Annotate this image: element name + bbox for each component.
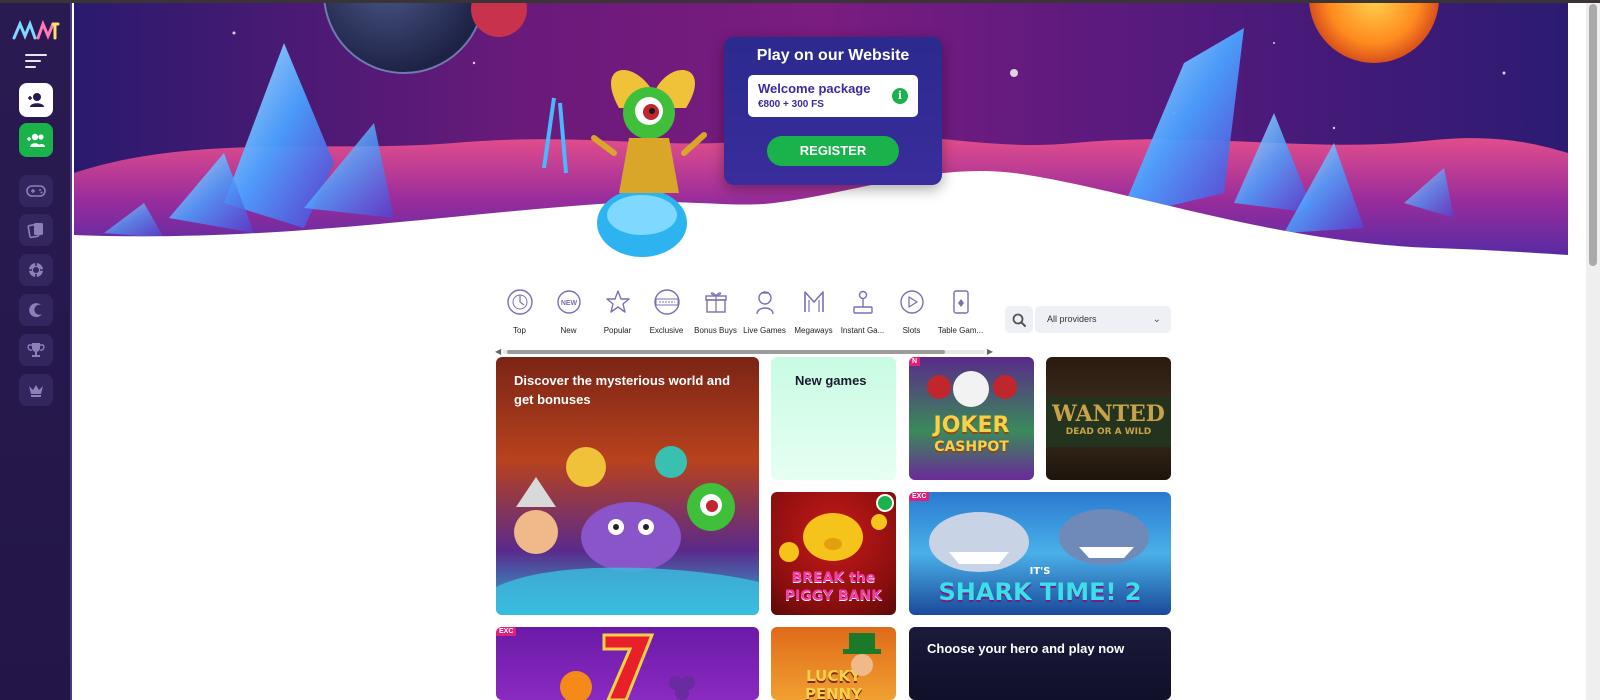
play-icon bbox=[899, 290, 924, 314]
scroll-right-icon[interactable]: ▶ bbox=[987, 347, 993, 356]
svg-text:NEW: NEW bbox=[560, 300, 577, 307]
page-scrollbar[interactable] bbox=[1586, 0, 1600, 700]
heroes-illustration bbox=[496, 446, 759, 615]
star-icon bbox=[605, 290, 630, 313]
category-label: Exclusive bbox=[649, 326, 684, 335]
search-button[interactable] bbox=[1005, 306, 1033, 333]
game-title: WANTED bbox=[1052, 401, 1165, 427]
joystick-icon bbox=[852, 290, 873, 314]
register-button[interactable]: REGISTER bbox=[767, 136, 899, 166]
game-tile-fruit-seven[interactable]: EXC bbox=[496, 627, 759, 700]
leprechaun-illustration bbox=[843, 633, 881, 676]
new-icon: NEW bbox=[556, 290, 581, 314]
category-instant-games[interactable]: Instant Ga... bbox=[838, 288, 887, 344]
gift-icon bbox=[704, 292, 727, 313]
tile-title: Choose your hero and play now bbox=[927, 641, 1125, 656]
chip-icon bbox=[29, 263, 43, 277]
game-subtitle: CASHPOT bbox=[934, 439, 1009, 455]
cards-icon bbox=[27, 223, 43, 239]
page-scrollbar-thumb[interactable] bbox=[1589, 4, 1597, 266]
sidebar-item-games[interactable] bbox=[19, 175, 53, 207]
game-subtitle: DEAD OR A WILD bbox=[1065, 427, 1152, 437]
users-plus-icon bbox=[27, 133, 45, 147]
category-label: Bonus Buys bbox=[694, 326, 737, 335]
category-exclusive[interactable]: Exclusive bbox=[642, 288, 691, 344]
gamepad-icon bbox=[26, 185, 46, 197]
scrollbar-thumb[interactable] bbox=[507, 350, 945, 354]
tile-title: New games bbox=[795, 373, 867, 388]
category-table-games[interactable]: Table Gam... bbox=[936, 288, 985, 344]
sidebar-item-chips[interactable] bbox=[19, 254, 53, 286]
user-icon bbox=[28, 93, 44, 107]
category-live-games[interactable]: Live Games bbox=[740, 288, 789, 344]
game-tile-lucky-penny[interactable]: LUCKY PENNY bbox=[771, 627, 896, 700]
playing-card-icon bbox=[952, 290, 969, 314]
crescent-icon bbox=[29, 303, 42, 318]
login-button[interactable] bbox=[19, 83, 53, 117]
search-icon bbox=[1012, 313, 1026, 327]
category-popular[interactable]: Popular bbox=[593, 288, 642, 344]
scroll-left-icon[interactable]: ◀ bbox=[495, 347, 501, 356]
category-megaways[interactable]: Megaways bbox=[789, 288, 838, 344]
sidebar-item-tournaments[interactable] bbox=[19, 334, 53, 366]
game-title: IT'S bbox=[1029, 566, 1051, 577]
welcome-package-card[interactable]: Welcome package €800 + 300 FS i bbox=[748, 75, 918, 117]
fruit-seven-illustration bbox=[560, 633, 695, 700]
hamburger-icon[interactable] bbox=[25, 54, 47, 70]
window-top-border bbox=[0, 0, 1600, 3]
game-title: JOKER bbox=[933, 413, 1010, 438]
category-label: Instant Ga... bbox=[840, 326, 885, 335]
game-tile-shark-time-2[interactable]: EXC IT'S SHARK TIME! 2 bbox=[909, 492, 1171, 615]
promo-panel: Play on our Website Welcome package €800… bbox=[724, 37, 942, 185]
category-label: Table Gam... bbox=[937, 326, 984, 335]
category-bar: Top NEW New Popular Exclusive Bonus Buys… bbox=[495, 288, 985, 344]
category-label: Top bbox=[513, 326, 526, 335]
megaways-icon bbox=[803, 291, 824, 312]
game-tile-break-the-piggy-bank[interactable]: BREAK the PIGGY BANK bbox=[771, 492, 896, 615]
sidebar-item-promotions[interactable] bbox=[19, 294, 53, 326]
sidebar-item-cards[interactable] bbox=[19, 214, 53, 246]
game-subtitle: SHARK TIME! 2 bbox=[938, 578, 1142, 606]
crown-icon bbox=[29, 385, 43, 397]
trophy-icon bbox=[27, 343, 45, 357]
providers-value: All providers bbox=[1047, 314, 1097, 324]
category-slots[interactable]: Slots bbox=[887, 288, 936, 344]
promo-tile-choose-hero[interactable]: Choose your hero and play now bbox=[909, 627, 1171, 700]
top-icon bbox=[506, 289, 533, 315]
game-subtitle: PIGGY BANK bbox=[784, 588, 883, 604]
promo-title: Play on our Website bbox=[756, 47, 910, 64]
welcome-package-amount: €800 + 300 FS bbox=[758, 99, 824, 110]
game-tile-joker-cashpot[interactable]: N JOKER CASHPOT bbox=[909, 357, 1034, 480]
info-icon[interactable]: i bbox=[892, 88, 908, 104]
game-tile-wanted[interactable]: WANTED DEAD OR A WILD bbox=[1046, 357, 1171, 480]
welcome-package-title: Welcome package bbox=[758, 81, 871, 96]
category-scrollbar[interactable]: ◀ ▶ bbox=[495, 347, 993, 356]
game-title: BREAK the bbox=[791, 570, 876, 586]
casino-logo[interactable] bbox=[10, 16, 62, 44]
category-label: Live Games bbox=[743, 326, 786, 335]
category-new[interactable]: NEW New bbox=[544, 288, 593, 344]
category-label: Megaways bbox=[794, 326, 833, 335]
dealer-icon bbox=[755, 291, 774, 315]
register-side-button[interactable] bbox=[19, 123, 53, 157]
category-label: Slots bbox=[902, 326, 921, 335]
category-label: New bbox=[560, 326, 577, 335]
sidebar bbox=[0, 0, 72, 700]
new-games-tile[interactable]: New games bbox=[771, 357, 896, 480]
promo-tile-discover[interactable]: Discover the mysterious world and get bo… bbox=[496, 357, 759, 615]
providers-dropdown[interactable]: All providers ⌄ bbox=[1035, 306, 1171, 333]
exclusive-icon bbox=[653, 289, 680, 315]
category-top[interactable]: Top bbox=[495, 288, 544, 344]
sidebar-item-vip[interactable] bbox=[19, 374, 53, 406]
chevron-down-icon: ⌄ bbox=[1152, 314, 1161, 325]
category-bonus-buys[interactable]: Bonus Buys bbox=[691, 288, 740, 344]
category-label: Popular bbox=[603, 326, 632, 335]
